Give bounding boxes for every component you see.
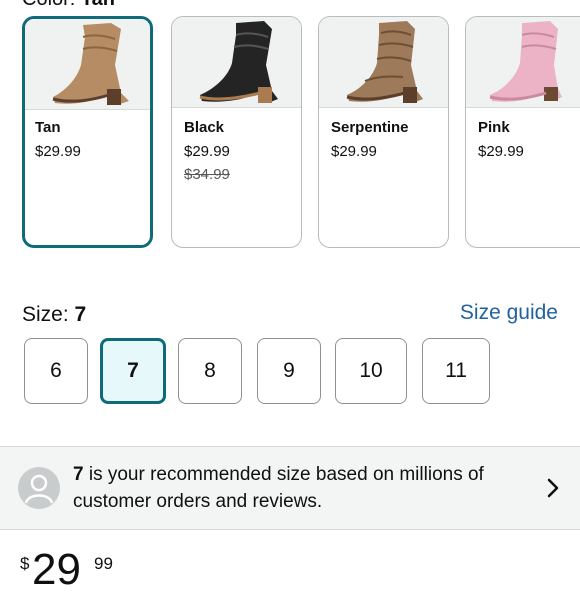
- swatch-name: Pink: [478, 119, 510, 136]
- swatch-name: Serpentine: [331, 119, 409, 136]
- recommendation-message: is your recommended size based on millio…: [73, 464, 484, 512]
- user-avatar-icon: [18, 467, 60, 509]
- size-guide-link[interactable]: Size guide: [460, 301, 558, 325]
- price-fraction: 99: [94, 554, 113, 573]
- size-recommendation-banner[interactable]: 7 is your recommended size based on mill…: [0, 446, 580, 530]
- price-currency-symbol: $: [20, 554, 30, 573]
- swatch-original-price: $34.99: [184, 166, 230, 183]
- size-option-7[interactable]: 7: [100, 338, 166, 404]
- size-selected-value: 7: [74, 303, 87, 326]
- swatch-pink[interactable]: Pink $29.99: [465, 16, 580, 248]
- swatch-price: $29.99: [35, 143, 81, 160]
- price-whole: 29: [32, 545, 81, 594]
- swatch-price: $29.99: [184, 143, 230, 160]
- size-label: Size: 7: [22, 303, 86, 327]
- swatch-price: $29.99: [478, 143, 524, 160]
- size-option-8[interactable]: 8: [178, 338, 242, 404]
- swatch-serpentine[interactable]: Serpentine $29.99: [318, 16, 449, 248]
- swatch-tan[interactable]: Tan $29.99: [22, 16, 153, 248]
- swatch-price: $29.99: [331, 143, 377, 160]
- boot-image-pink: [466, 17, 580, 108]
- swatch-name: Tan: [35, 119, 61, 136]
- boot-image-serpentine: [319, 17, 448, 108]
- size-option-10[interactable]: 10: [335, 338, 407, 404]
- chevron-right-icon[interactable]: [546, 477, 560, 504]
- recommended-size: 7: [73, 464, 84, 485]
- size-label-text: Size:: [22, 303, 69, 326]
- color-swatch-list: Tan $29.99 Black $29.99 $34.99 Serpentin…: [0, 0, 580, 260]
- size-option-6[interactable]: 6: [24, 338, 88, 404]
- size-option-11[interactable]: 11: [422, 338, 490, 404]
- boot-image-black: [172, 17, 301, 108]
- recommendation-text: 7 is your recommended size based on mill…: [73, 461, 523, 515]
- size-option-9[interactable]: 9: [257, 338, 321, 404]
- boot-image-tan: [25, 19, 150, 110]
- swatch-name: Black: [184, 119, 225, 136]
- swatch-black[interactable]: Black $29.99 $34.99: [171, 16, 302, 248]
